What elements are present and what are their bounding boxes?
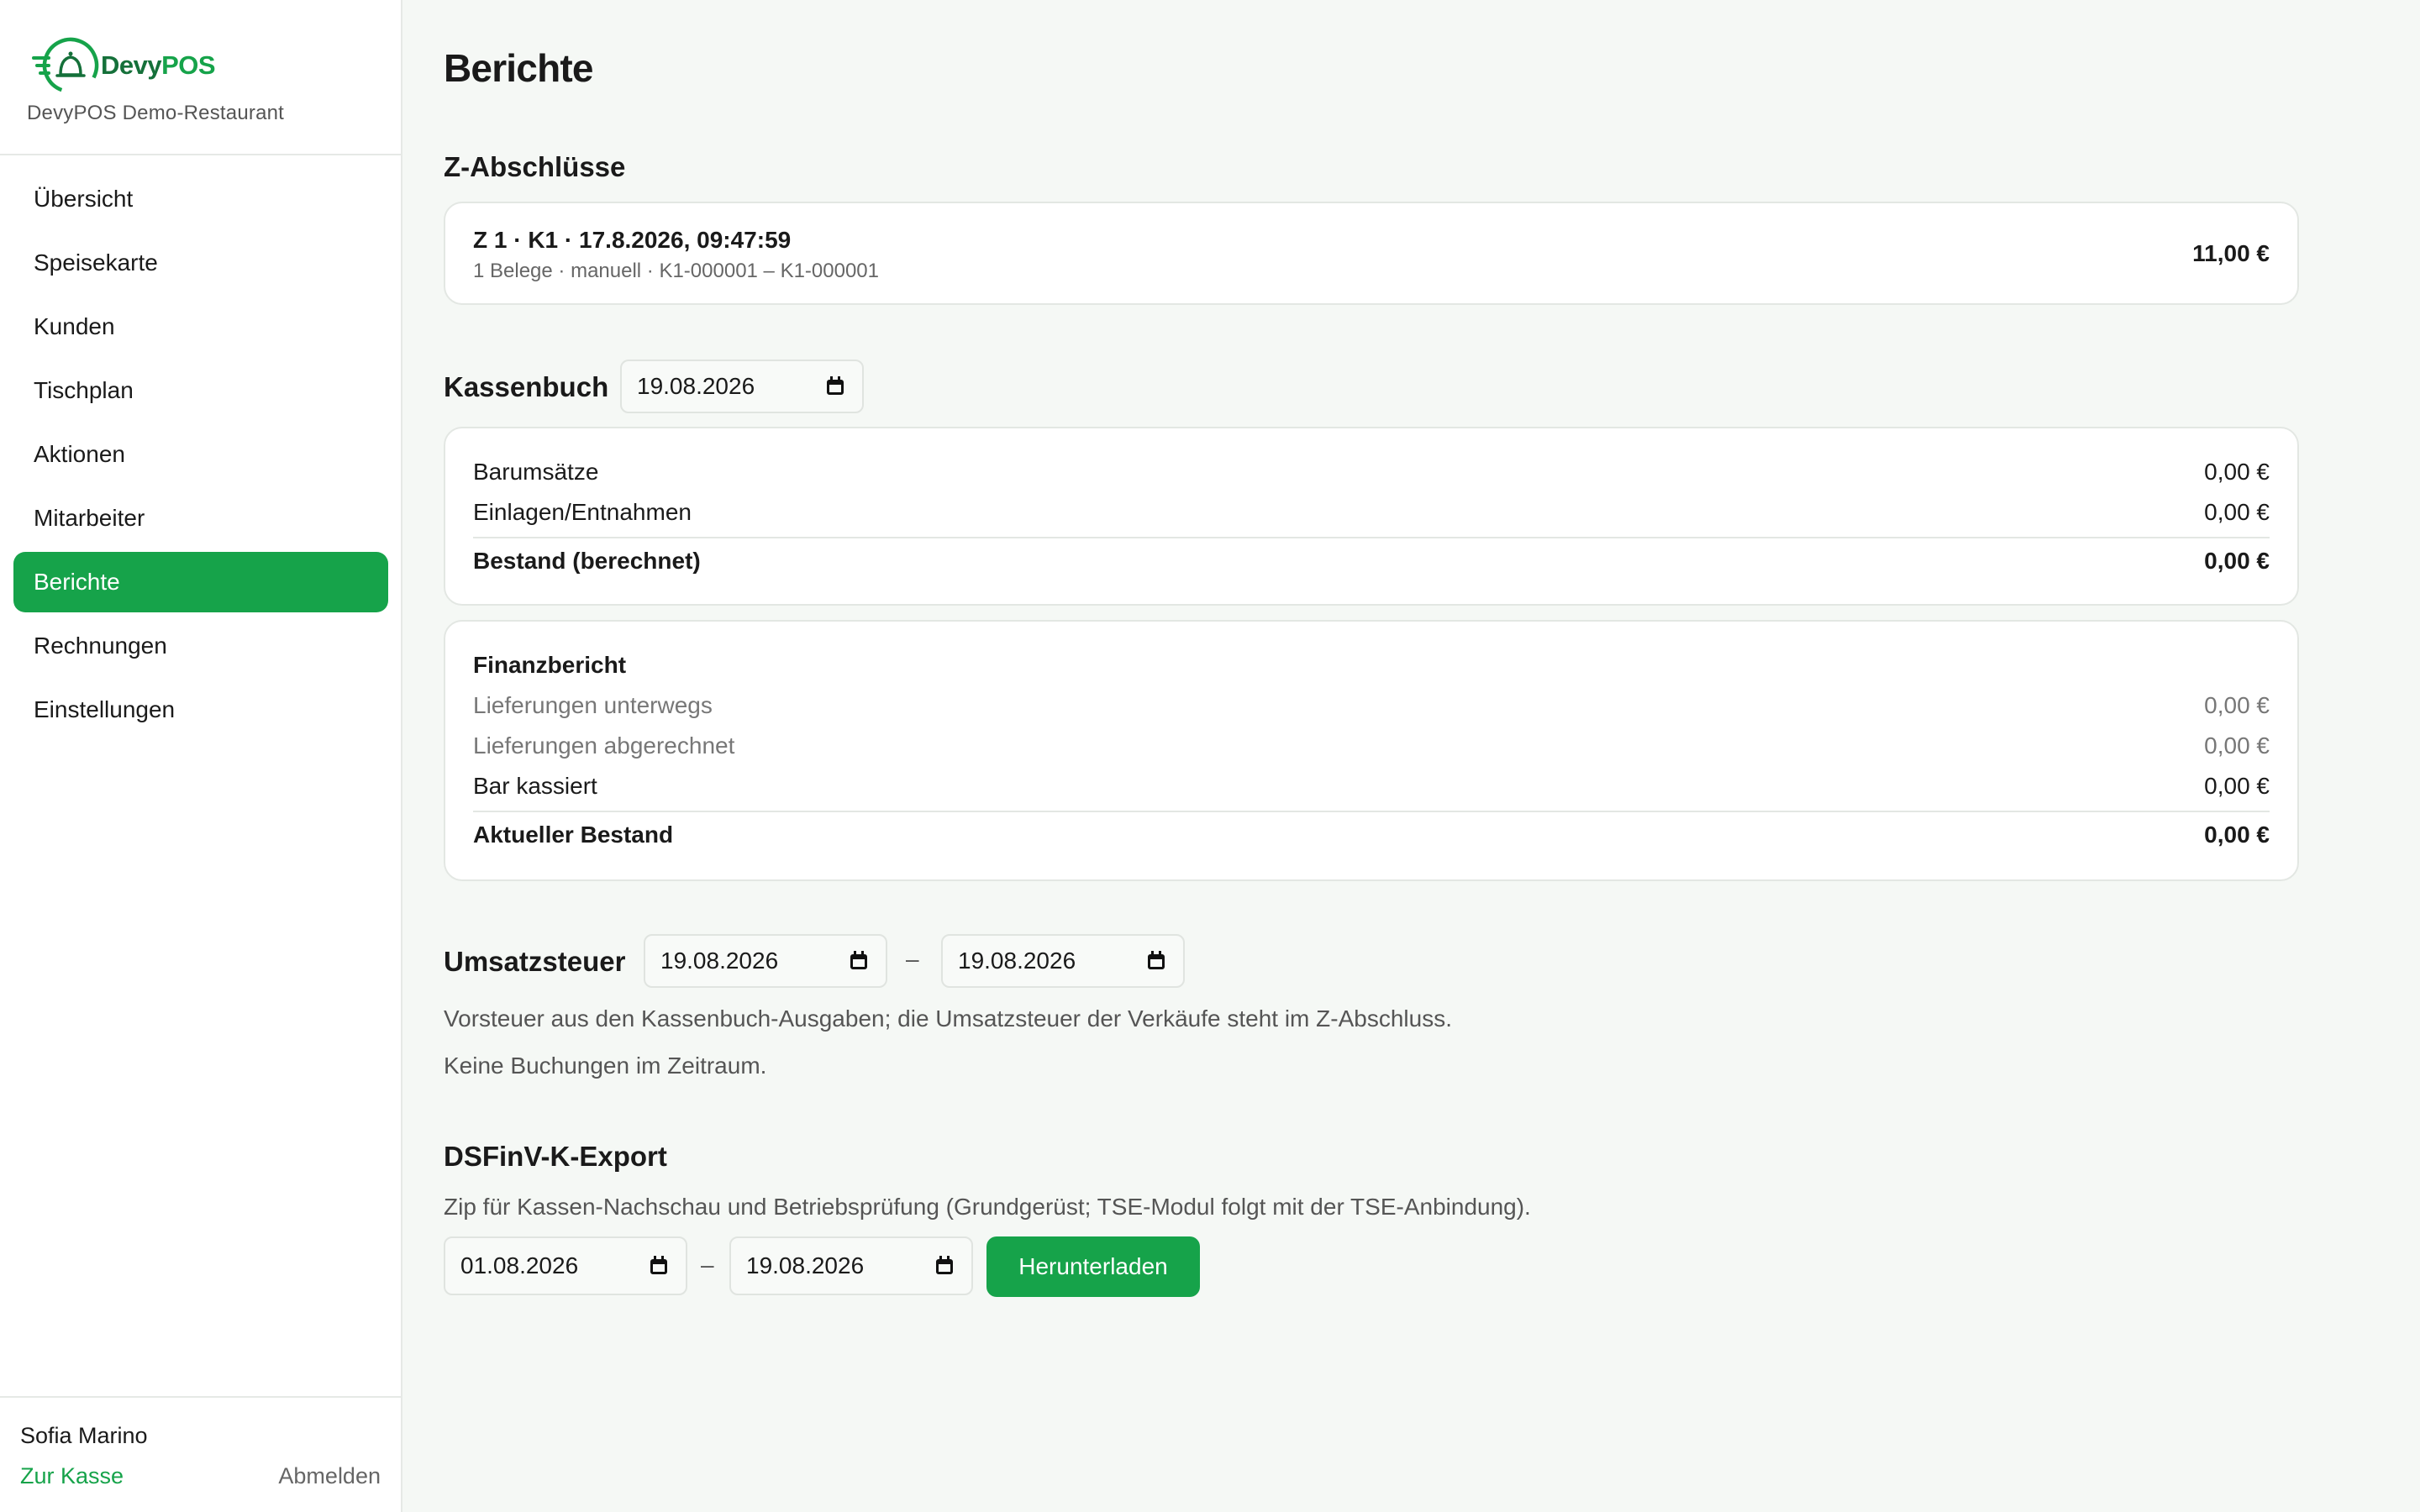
export-note: Zip für Kassen-Nachschau und Betriebsprü… <box>444 1194 1531 1220</box>
to-pos-link[interactable]: Zur Kasse <box>20 1463 124 1489</box>
export-to-date-input[interactable]: 19.08.2026 <box>729 1236 973 1295</box>
finance-total-row: Aktueller Bestand 0,00 € <box>473 822 2270 848</box>
export-heading: DSFinV-K-Export <box>444 1141 667 1172</box>
z-report-card[interactable]: Z 1 · K1 · 17.8.2026, 09:47:59 1 Belege … <box>444 202 2299 305</box>
cashbook-total-row: Bestand (berechnet) 0,00 € <box>473 548 2270 575</box>
restaurant-name: DevyPOS Demo-Restaurant <box>27 102 285 124</box>
sidebar-item-uebersicht[interactable]: Übersicht <box>13 169 388 229</box>
user-area: Sofia Marino Zur Kasse Abmelden <box>0 1396 401 1512</box>
user-name: Sofia Marino <box>20 1423 148 1448</box>
finance-row-label: Bar kassiert <box>473 773 597 799</box>
date-range-separator: – <box>906 946 919 972</box>
brand-name-dark: Devy <box>101 50 162 80</box>
z-reports-heading: Z-Abschlüsse <box>444 151 626 182</box>
vat-empty-message: Keine Buchungen im Zeitraum. <box>444 1053 767 1079</box>
cashbook-row: Einlagen/Entnahmen 0,00 € <box>473 499 2270 526</box>
cashbook-row-label: Barumsätze <box>473 459 599 485</box>
sidebar-item-rechnungen[interactable]: Rechnungen <box>13 616 388 676</box>
cashbook-total-label: Bestand (berechnet) <box>473 548 701 574</box>
finance-report-card: Finanzbericht Lieferungen unterwegs 0,00… <box>444 620 2299 881</box>
divider <box>473 811 2270 812</box>
vat-to-date-input[interactable]: 19.08.2026 <box>941 934 1185 988</box>
z-report-title: Z 1 · K1 · 17.8.2026, 09:47:59 <box>473 227 792 253</box>
finance-row-label: Lieferungen unterwegs <box>473 692 713 718</box>
finance-row-value: 0,00 € <box>2204 692 2270 718</box>
export-from-date-value: 01.08.2026 <box>460 1252 579 1278</box>
cashbook-row: Barumsätze 0,00 € <box>473 459 2270 486</box>
cashbook-total-value: 0,00 € <box>2204 548 2270 574</box>
sidebar-item-einstellungen[interactable]: Einstellungen <box>13 680 388 740</box>
bell-logo-icon <box>32 37 99 94</box>
cashbook-row-value: 0,00 € <box>2204 499 2270 525</box>
brand-header: DevyPOS DevyPOS Demo-Restaurant <box>0 0 401 155</box>
cashbook-date-input[interactable]: 19.08.2026 <box>620 360 864 413</box>
finance-total-value: 0,00 € <box>2204 822 2270 848</box>
vat-note: Vorsteuer aus den Kassenbuch-Ausgaben; d… <box>444 1005 1452 1032</box>
finance-row: Lieferungen unterwegs 0,00 € <box>473 692 2270 719</box>
finance-total-label: Aktueller Bestand <box>473 822 674 848</box>
sidebar-item-berichte[interactable]: Berichte <box>13 552 388 612</box>
z-report-amount: 11,00 € <box>2192 240 2270 266</box>
sidebar-item-kunden[interactable]: Kunden <box>13 297 388 357</box>
z-report-meta: 1 Belege · manuell · K1-000001 – K1-0000… <box>473 260 879 282</box>
sidebar-item-mitarbeiter[interactable]: Mitarbeiter <box>13 488 388 549</box>
sidebar-item-tischplan[interactable]: Tischplan <box>13 360 388 421</box>
brand-name-green: POS <box>161 50 216 80</box>
vat-to-date-value: 19.08.2026 <box>958 948 1076 974</box>
vat-from-date-input[interactable]: 19.08.2026 <box>644 934 887 988</box>
cashbook-heading: Kassenbuch <box>444 371 609 402</box>
logo[interactable]: DevyPOS <box>32 35 216 96</box>
logout-link[interactable]: Abmelden <box>278 1463 381 1489</box>
brand-name: DevyPOS <box>101 50 216 81</box>
export-from-date-input[interactable]: 01.08.2026 <box>444 1236 687 1295</box>
sidebar-item-speisekarte[interactable]: Speisekarte <box>13 233 388 293</box>
finance-row: Bar kassiert 0,00 € <box>473 773 2270 800</box>
sidebar: DevyPOS DevyPOS Demo-Restaurant Übersich… <box>0 0 402 1512</box>
cashbook-row-value: 0,00 € <box>2204 459 2270 485</box>
vat-from-date-value: 19.08.2026 <box>660 948 779 974</box>
calendar-icon[interactable] <box>849 951 869 971</box>
calendar-icon[interactable] <box>1146 951 1166 971</box>
sidebar-item-aktionen[interactable]: Aktionen <box>13 424 388 485</box>
cashbook-row-label: Einlagen/Entnahmen <box>473 499 692 525</box>
download-button[interactable]: Herunterladen <box>986 1236 1200 1297</box>
page-title: Berichte <box>444 46 593 90</box>
calendar-icon[interactable] <box>825 376 845 396</box>
cashbook-date-value: 19.08.2026 <box>637 373 755 399</box>
divider <box>473 537 2270 538</box>
export-to-date-value: 19.08.2026 <box>746 1252 865 1278</box>
finance-row: Lieferungen abgerechnet 0,00 € <box>473 732 2270 759</box>
date-range-separator: – <box>701 1252 714 1278</box>
cashbook-card: Barumsätze 0,00 € Einlagen/Entnahmen 0,0… <box>444 427 2299 606</box>
finance-row-label: Lieferungen abgerechnet <box>473 732 735 759</box>
sidebar-nav: Übersicht Speisekarte Kunden Tischplan A… <box>13 169 388 743</box>
calendar-icon[interactable] <box>934 1256 955 1276</box>
vat-heading: Umsatzsteuer <box>444 946 626 977</box>
finance-report-heading: Finanzbericht <box>473 652 627 678</box>
finance-row-value: 0,00 € <box>2204 732 2270 759</box>
finance-row-value: 0,00 € <box>2204 773 2270 799</box>
calendar-icon[interactable] <box>649 1256 669 1276</box>
